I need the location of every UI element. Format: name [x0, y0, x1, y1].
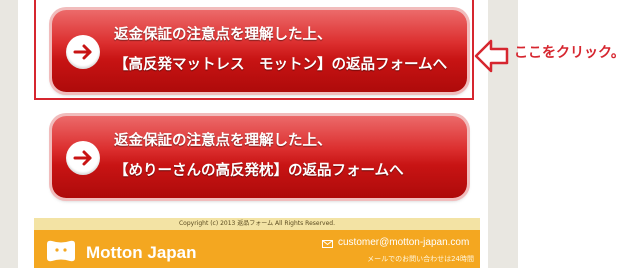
copyright-bar: Copyright (c) 2013 返品フォーム All Rights Res… — [34, 218, 480, 230]
logo-text: Motton Japan — [86, 243, 197, 262]
button-label: 返金保証の注意点を理解した上、 【高反発マットレス モットン】の返品フォームへ — [114, 20, 459, 80]
site-footer: Motton Japan customer@motton-japan.com メ… — [34, 230, 480, 268]
contact-email-link[interactable]: customer@motton-japan.com — [338, 237, 469, 248]
button-label-line2: 【めりーさんの高反発枕】の返品フォームへ — [114, 163, 404, 179]
button-label-line1: 返金保証の注意点を理解した上、 — [114, 27, 332, 43]
return-form-button-mattress[interactable]: 返金保証の注意点を理解した上、 【高反発マットレス モットン】の返品フォームへ — [52, 10, 467, 92]
button-label-line1: 返金保証の注意点を理解した上、 — [114, 133, 332, 149]
mail-note: メールでのお問い合わせは24時間 — [367, 255, 474, 263]
click-here-annotation: ここをクリック。 — [514, 45, 625, 61]
button-label: 返金保証の注意点を理解した上、 【めりーさんの高反発枕】の返品フォームへ — [114, 126, 459, 186]
button-label-line2: 【高反発マットレス モットン】の返品フォームへ — [114, 57, 448, 73]
hollow-left-arrow-icon — [474, 39, 509, 73]
motton-logo-icon — [47, 240, 75, 262]
arrow-right-icon — [66, 35, 100, 69]
return-form-button-pillow[interactable]: 返金保証の注意点を理解した上、 【めりーさんの高反発枕】の返品フォームへ — [52, 116, 467, 198]
mail-icon — [322, 240, 333, 248]
arrow-right-icon — [66, 141, 100, 175]
left-background — [0, 0, 18, 268]
